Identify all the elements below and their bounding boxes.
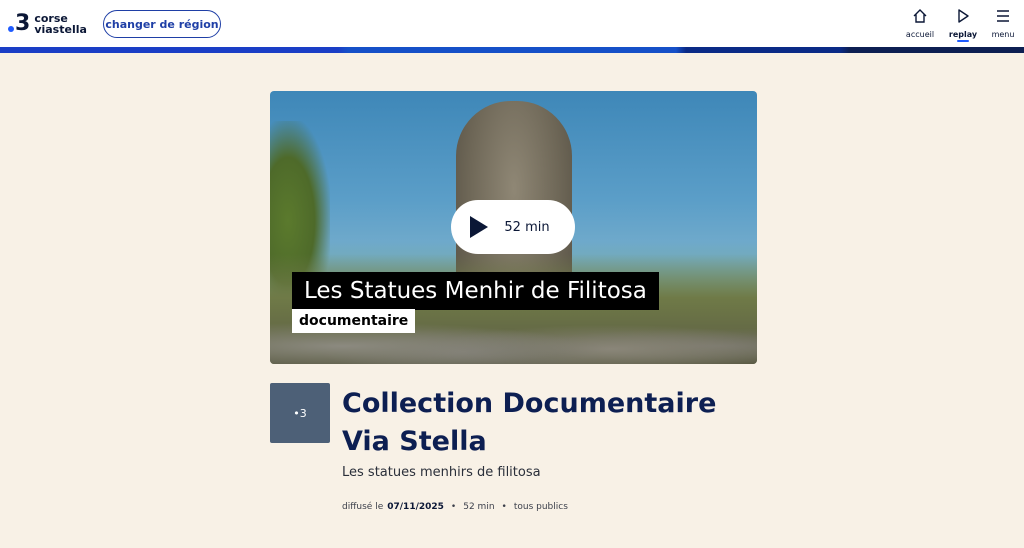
- nav-replay[interactable]: replay: [943, 8, 983, 44]
- program-title[interactable]: Collection Documentaire Via Stella: [342, 385, 772, 461]
- video-title-overlay: Les Statues Menhir de Filitosa: [292, 272, 659, 310]
- logo-text: corse viastella: [34, 13, 87, 35]
- logo-number: 3: [15, 11, 31, 36]
- site-header: 3 corse viastella changer de région accu…: [0, 0, 1024, 48]
- nav-replay-label: replay: [948, 30, 978, 39]
- play-triangle-icon: [470, 216, 489, 238]
- meta-separator: •: [450, 502, 457, 512]
- home-icon: [913, 9, 927, 23]
- meta-separator: •: [501, 502, 507, 512]
- nav-menu[interactable]: menu: [983, 8, 1023, 44]
- menu-icon: [997, 10, 1009, 22]
- nav-menu-label: menu: [991, 30, 1015, 39]
- broadcast-prefix: diffusé le: [342, 502, 384, 512]
- change-region-button[interactable]: changer de région: [103, 10, 221, 38]
- play-button[interactable]: 52 min: [451, 200, 575, 254]
- logo-dot: [8, 26, 14, 32]
- episode-title: Les statues menhirs de filitosa: [342, 465, 541, 480]
- thumbnail-logo-text: •3: [293, 406, 307, 420]
- play-icon: [958, 9, 969, 23]
- video-genre-overlay: documentaire: [292, 309, 416, 333]
- logo-line-2: viastella: [34, 23, 87, 36]
- video-duration: 52 min: [504, 219, 550, 235]
- video-player[interactable]: 52 min Les Statues Menhir de Filitosa do…: [270, 91, 757, 364]
- episode-meta: diffusé le 07/11/2025 • 52 min • tous pu…: [342, 502, 568, 512]
- nav-home-label: accueil: [905, 30, 935, 39]
- active-indicator: [957, 40, 969, 42]
- episode-duration: 52 min: [463, 502, 495, 512]
- broadcast-date: 07/11/2025: [387, 502, 444, 512]
- header-color-bar: [0, 47, 1024, 53]
- audience-rating: tous publics: [513, 502, 568, 512]
- france3-corse-viastella-logo[interactable]: 3 corse viastella: [8, 10, 94, 38]
- nav-home[interactable]: accueil: [900, 8, 940, 44]
- program-thumbnail[interactable]: •3: [270, 383, 330, 443]
